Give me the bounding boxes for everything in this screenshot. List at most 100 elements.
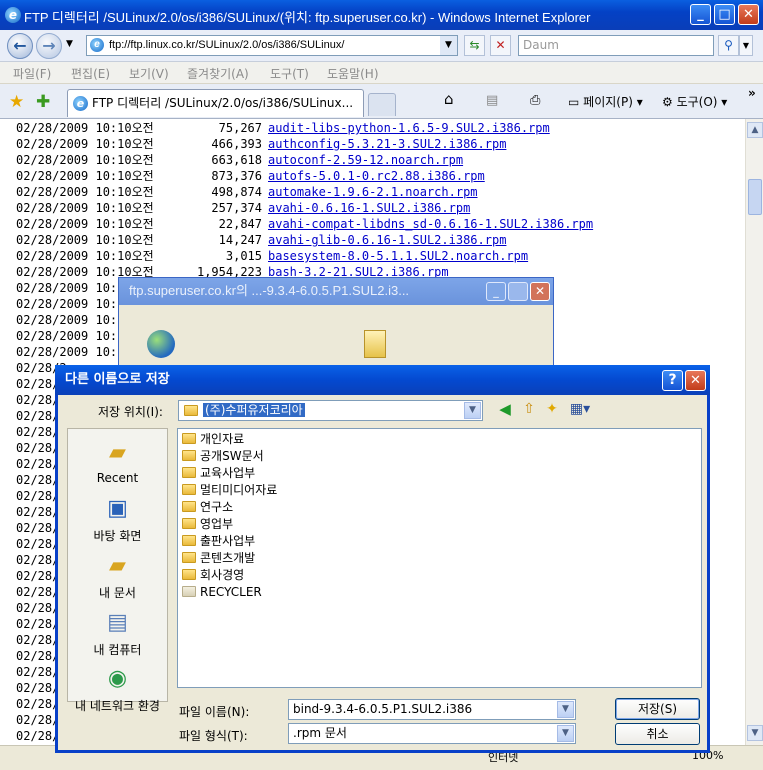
listing-row-partial: 02/28/2009 10:1 bbox=[16, 313, 125, 327]
row-file-link[interactable]: avahi-compat-libdns_sd-0.6.16-1.SUL2.i38… bbox=[268, 216, 593, 232]
page-menu[interactable]: ▭ 페이지(P) ▾ bbox=[568, 93, 643, 110]
dl-minimize-button[interactable]: _ bbox=[486, 282, 506, 301]
feeds-icon[interactable]: ▤ bbox=[486, 93, 498, 108]
folder-icon bbox=[182, 552, 196, 563]
row-size: 22,847 bbox=[218, 217, 262, 231]
history-dropdown-icon[interactable]: ▼ bbox=[66, 39, 73, 49]
listing-row-partial: 02/28/ bbox=[16, 537, 60, 551]
menu-favorites[interactable]: 즐겨찾기(A) bbox=[187, 65, 249, 82]
row-size: 498,874 bbox=[211, 185, 262, 199]
folder-item[interactable]: 멀티미디어자료 bbox=[182, 482, 277, 499]
folder-icon bbox=[182, 586, 196, 597]
listing-row-partial: 02/28/ bbox=[16, 633, 60, 647]
save-in-combo[interactable]: (주)수퍼유저코리아 ▼ bbox=[178, 400, 483, 421]
save-button[interactable]: 저장(S) bbox=[615, 698, 700, 720]
listing-row-partial: 02/28/ bbox=[16, 505, 60, 519]
folder-item[interactable]: 회사경영 bbox=[182, 567, 244, 584]
folder-list[interactable]: 개인자료 공개SW문서 교육사업부 멀티미디어자료 연구소 영업부 출판사업부 콘텐츠개발 회사… bbox=[177, 428, 702, 688]
folder-item[interactable]: RECYCLER bbox=[182, 584, 262, 601]
scroll-down-arrow-icon[interactable]: ▼ bbox=[747, 725, 763, 741]
menu-edit[interactable]: 편집(E) bbox=[71, 65, 110, 82]
my-documents-icon: ▰ bbox=[109, 553, 126, 578]
menu-help[interactable]: 도움말(H) bbox=[327, 65, 379, 82]
filename-input[interactable]: bind-9.3.4-6.0.5.P1.SUL2.i386 ▼ bbox=[288, 699, 576, 720]
place-my-documents[interactable]: ▰ 내 문서 bbox=[68, 552, 167, 601]
address-input[interactable]: e ftp://ftp.linux.co.kr/SULinux/2.0/os/i… bbox=[86, 35, 458, 56]
row-size: 3,015 bbox=[225, 249, 262, 263]
cancel-button[interactable]: 취소 bbox=[615, 723, 700, 745]
minimize-button[interactable]: _ bbox=[690, 4, 711, 25]
tab-ftp-directory[interactable]: e FTP 디렉터리 /SULinux/2.0/os/i386/SULinux.… bbox=[67, 89, 364, 117]
row-date: 02/28/2009 10:10오전 bbox=[16, 217, 154, 231]
folder-icon bbox=[182, 569, 196, 580]
row-file-link[interactable]: authconfig-5.3.21-3.SUL2.i386.rpm bbox=[268, 136, 506, 152]
menu-view[interactable]: 보기(V) bbox=[129, 65, 169, 82]
chevron-down-icon[interactable]: ▼ bbox=[557, 725, 574, 742]
maximize-button[interactable]: □ bbox=[714, 4, 735, 25]
favorites-star-icon[interactable]: ★ bbox=[9, 92, 24, 112]
row-file-link[interactable]: basesystem-8.0-5.1.1.SUL2.noarch.rpm bbox=[268, 248, 528, 264]
listing-row-partial: 02/28/ bbox=[16, 569, 60, 583]
listing-row-partial: 02/28/ bbox=[16, 649, 60, 663]
dl-close-button[interactable]: ✕ bbox=[530, 282, 550, 301]
back-button[interactable]: ← bbox=[7, 33, 33, 59]
refresh-button[interactable]: ⇆ bbox=[464, 35, 485, 56]
stop-button[interactable]: ✕ bbox=[490, 35, 511, 56]
search-options-icon[interactable]: ▼ bbox=[739, 35, 753, 56]
recent-icon: ▰ bbox=[109, 440, 126, 465]
folder-item[interactable]: 공개SW문서 bbox=[182, 448, 264, 465]
new-folder-icon[interactable]: ✦ bbox=[543, 400, 561, 418]
folder-item[interactable]: 콘텐츠개발 bbox=[182, 550, 255, 567]
folder-item[interactable]: 출판사업부 bbox=[182, 533, 255, 550]
place-desktop[interactable]: ▣ 바탕 화면 bbox=[68, 495, 167, 544]
row-date: 02/28/2009 10:10오전 bbox=[16, 185, 154, 199]
tab-page-icon: e bbox=[73, 96, 88, 111]
add-favorites-icon[interactable]: ✚ bbox=[36, 92, 50, 112]
print-icon[interactable]: ⎙ bbox=[530, 93, 540, 108]
place-network[interactable]: ◉ 내 네트워크 환경 bbox=[68, 665, 167, 714]
home-icon[interactable]: ⌂ bbox=[444, 90, 454, 108]
dialog-close-button[interactable]: ✕ bbox=[685, 370, 706, 391]
places-bar: ▰ Recent ▣ 바탕 화면 ▰ 내 문서 ▤ 내 컴퓨터 ◉ 내 네트워크… bbox=[67, 428, 168, 713]
scroll-thumb[interactable] bbox=[748, 179, 762, 215]
row-size: 873,376 bbox=[211, 169, 262, 183]
row-file-link[interactable]: automake-1.9.6-2.1.noarch.rpm bbox=[268, 184, 478, 200]
filename-label: 파일 이름(N): bbox=[179, 705, 250, 719]
place-my-computer[interactable]: ▤ 내 컴퓨터 bbox=[68, 609, 167, 658]
address-dropdown-icon[interactable]: ▼ bbox=[440, 36, 457, 55]
folder-item[interactable]: 개인자료 bbox=[182, 431, 244, 448]
up-folder-icon[interactable]: ⇧ bbox=[520, 400, 538, 418]
tools-menu[interactable]: ⚙ 도구(O) ▾ bbox=[662, 93, 727, 110]
back-arrow-icon[interactable]: ◀ bbox=[496, 400, 514, 418]
row-file-link[interactable]: avahi-0.6.16-1.SUL2.i386.rpm bbox=[268, 200, 470, 216]
close-button[interactable]: ✕ bbox=[738, 4, 759, 25]
search-input[interactable]: Daum bbox=[518, 35, 714, 56]
help-button[interactable]: ? bbox=[662, 370, 683, 391]
listing-row-partial: 02/28/ bbox=[16, 553, 60, 567]
filetype-select[interactable]: .rpm 문서 ▼ bbox=[288, 723, 576, 744]
menu-file[interactable]: 파일(F) bbox=[13, 65, 51, 82]
chevron-down-icon[interactable]: ▼ bbox=[557, 701, 574, 718]
vertical-scrollbar[interactable]: ▲ ▼ bbox=[745, 119, 763, 745]
new-tab-button[interactable] bbox=[368, 93, 396, 116]
folder-item[interactable]: 영업부 bbox=[182, 516, 233, 533]
chevron-down-icon[interactable]: ▼ bbox=[464, 402, 481, 419]
chevron-more-icon[interactable]: » bbox=[748, 86, 756, 100]
dl-maximize-button[interactable] bbox=[508, 282, 528, 301]
search-icon[interactable]: ⚲ bbox=[718, 35, 739, 56]
view-menu-icon[interactable]: ▦▾ bbox=[567, 400, 593, 418]
row-size: 257,374 bbox=[211, 201, 262, 215]
row-file-link[interactable]: avahi-glib-0.6.16-1.SUL2.i386.rpm bbox=[268, 232, 506, 248]
folder-item[interactable]: 연구소 bbox=[182, 499, 233, 516]
forward-button[interactable]: → bbox=[36, 33, 62, 59]
scroll-up-arrow-icon[interactable]: ▲ bbox=[747, 122, 763, 138]
place-recent[interactable]: ▰ Recent bbox=[68, 439, 167, 485]
row-file-link[interactable]: autofs-5.0.1-0.rc2.88.i386.rpm bbox=[268, 168, 485, 184]
row-file-link[interactable]: audit-libs-python-1.6.5-9.SUL2.i386.rpm bbox=[268, 120, 550, 136]
listing-row-partial: 02/28/2009 10:1 bbox=[16, 345, 125, 359]
browser-title-bar: e FTP 디렉터리 /SULinux/2.0/os/i386/SULinux/… bbox=[0, 0, 763, 30]
folder-item[interactable]: 교육사업부 bbox=[182, 465, 255, 482]
menu-tools[interactable]: 도구(T) bbox=[270, 65, 309, 82]
row-date: 02/28/2009 10:10오전 bbox=[16, 169, 154, 183]
row-file-link[interactable]: autoconf-2.59-12.noarch.rpm bbox=[268, 152, 463, 168]
